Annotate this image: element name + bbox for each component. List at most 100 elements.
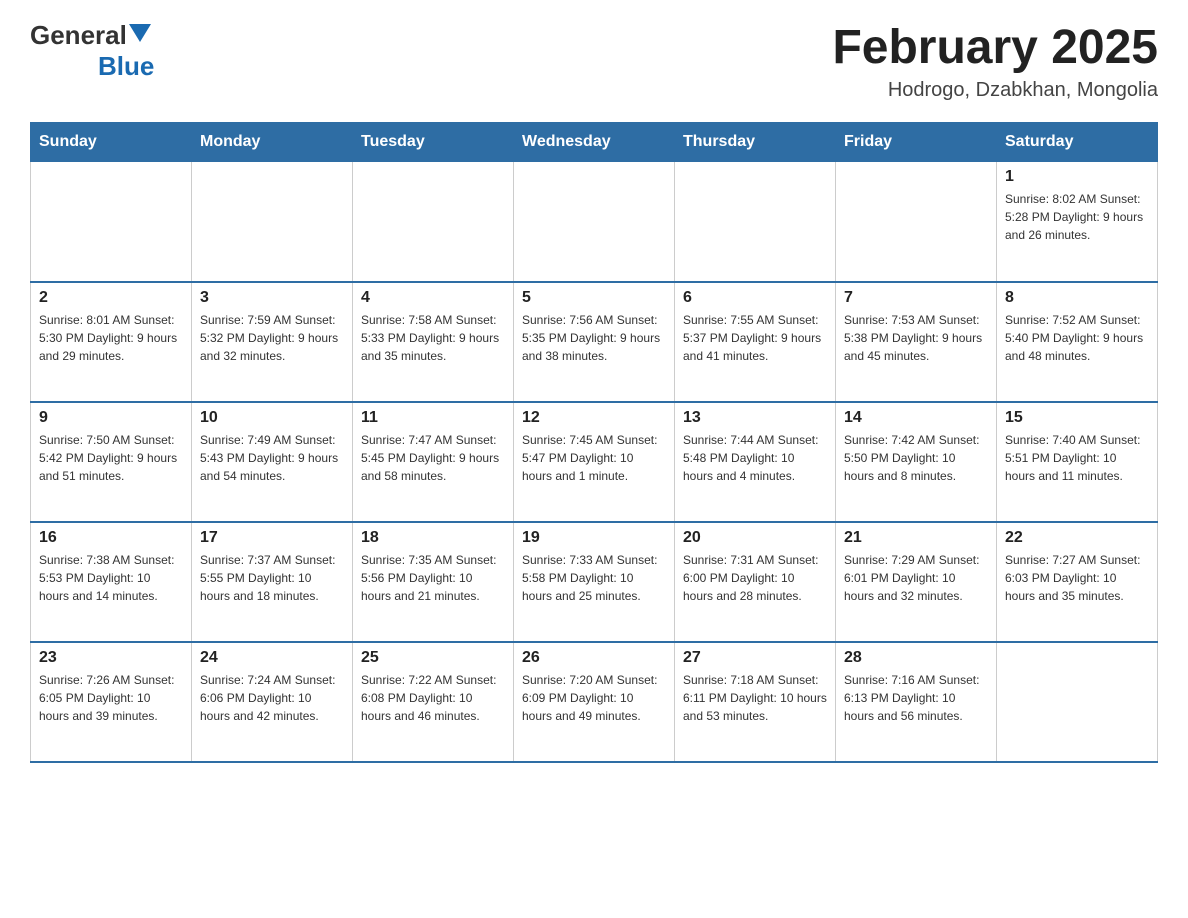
day-info: Sunrise: 7:52 AM Sunset: 5:40 PM Dayligh… [1005, 311, 1149, 365]
month-title: February 2025 [832, 20, 1158, 75]
day-info: Sunrise: 8:02 AM Sunset: 5:28 PM Dayligh… [1005, 190, 1149, 244]
day-info: Sunrise: 7:20 AM Sunset: 6:09 PM Dayligh… [522, 671, 666, 725]
calendar-cell: 19 Sunrise: 7:33 AM Sunset: 5:58 PM Dayli… [514, 522, 675, 642]
day-info: Sunrise: 7:58 AM Sunset: 5:33 PM Dayligh… [361, 311, 505, 365]
day-info: Sunrise: 7:45 AM Sunset: 5:47 PM Dayligh… [522, 431, 666, 485]
day-number: 18 [361, 529, 505, 547]
calendar-cell: 9 Sunrise: 7:50 AM Sunset: 5:42 PM Daylig… [31, 402, 192, 522]
logo-triangle-icon [129, 24, 151, 42]
calendar-cell [997, 642, 1158, 762]
calendar-cell: 28Sunrise: 7:16 AM Sunset: 6:13 PM Dayli… [836, 642, 997, 762]
calendar-cell [31, 162, 192, 282]
calendar-cell: 11Sunrise: 7:47 AM Sunset: 5:45 PM Dayli… [353, 402, 514, 522]
day-number: 15 [1005, 409, 1149, 427]
calendar-cell: 25Sunrise: 7:22 AM Sunset: 6:08 PM Dayli… [353, 642, 514, 762]
day-info: Sunrise: 7:37 AM Sunset: 5:55 PM Dayligh… [200, 551, 344, 605]
day-info: Sunrise: 7:59 AM Sunset: 5:32 PM Dayligh… [200, 311, 344, 365]
calendar-cell: 17 Sunrise: 7:37 AM Sunset: 5:55 PM Dayli… [192, 522, 353, 642]
day-info: Sunrise: 7:29 AM Sunset: 6:01 PM Dayligh… [844, 551, 988, 605]
day-number: 26 [522, 649, 666, 667]
calendar-cell [192, 162, 353, 282]
calendar-cell [675, 162, 836, 282]
day-info: Sunrise: 7:35 AM Sunset: 5:56 PM Dayligh… [361, 551, 505, 605]
calendar-cell: 1 Sunrise: 8:02 AM Sunset: 5:28 PM Daylig… [997, 162, 1158, 282]
day-number: 1 [1005, 168, 1149, 186]
location: Hodrogo, Dzabkhan, Mongolia [832, 79, 1158, 102]
day-number: 7 [844, 289, 988, 307]
weekday-header-saturday: Saturday [997, 123, 1158, 162]
calendar-cell: 2 Sunrise: 8:01 AM Sunset: 5:30 PM Daylig… [31, 282, 192, 402]
logo-blue: Blue [98, 51, 154, 82]
calendar-cell: 24Sunrise: 7:24 AM Sunset: 6:06 PM Dayli… [192, 642, 353, 762]
calendar-cell: 18 Sunrise: 7:35 AM Sunset: 5:56 PM Dayli… [353, 522, 514, 642]
calendar-cell: 16 Sunrise: 7:38 AM Sunset: 5:53 PM Dayli… [31, 522, 192, 642]
calendar-cell: 21 Sunrise: 7:29 AM Sunset: 6:01 PM Dayli… [836, 522, 997, 642]
calendar-cell: 26 Sunrise: 7:20 AM Sunset: 6:09 PM Dayli… [514, 642, 675, 762]
calendar-cell: 3Sunrise: 7:59 AM Sunset: 5:32 PM Daylig… [192, 282, 353, 402]
calendar-cell: 12 Sunrise: 7:45 AM Sunset: 5:47 PM Dayli… [514, 402, 675, 522]
day-info: Sunrise: 7:55 AM Sunset: 5:37 PM Dayligh… [683, 311, 827, 365]
day-number: 4 [361, 289, 505, 307]
day-info: Sunrise: 7:44 AM Sunset: 5:48 PM Dayligh… [683, 431, 827, 485]
day-info: Sunrise: 7:40 AM Sunset: 5:51 PM Dayligh… [1005, 431, 1149, 485]
title-section: February 2025 Hodrogo, Dzabkhan, Mongoli… [832, 20, 1158, 102]
day-number: 10 [200, 409, 344, 427]
weekday-header-monday: Monday [192, 123, 353, 162]
calendar-cell: 6 Sunrise: 7:55 AM Sunset: 5:37 PM Daylig… [675, 282, 836, 402]
weekday-header-friday: Friday [836, 123, 997, 162]
day-info: Sunrise: 7:22 AM Sunset: 6:08 PM Dayligh… [361, 671, 505, 725]
day-number: 23 [39, 649, 183, 667]
day-number: 27 [683, 649, 827, 667]
day-number: 12 [522, 409, 666, 427]
calendar-cell [353, 162, 514, 282]
calendar-week-row: 1 Sunrise: 8:02 AM Sunset: 5:28 PM Daylig… [31, 162, 1158, 282]
day-number: 8 [1005, 289, 1149, 307]
page-header: General Blue February 2025 Hodrogo, Dzab… [30, 20, 1158, 102]
calendar-table: SundayMondayTuesdayWednesdayThursdayFrid… [30, 122, 1158, 763]
day-number: 13 [683, 409, 827, 427]
calendar-cell: 23 Sunrise: 7:26 AM Sunset: 6:05 PM Dayli… [31, 642, 192, 762]
weekday-header-tuesday: Tuesday [353, 123, 514, 162]
day-number: 9 [39, 409, 183, 427]
calendar-cell [836, 162, 997, 282]
day-number: 22 [1005, 529, 1149, 547]
calendar-week-row: 9 Sunrise: 7:50 AM Sunset: 5:42 PM Daylig… [31, 402, 1158, 522]
day-info: Sunrise: 7:53 AM Sunset: 5:38 PM Dayligh… [844, 311, 988, 365]
day-info: Sunrise: 7:38 AM Sunset: 5:53 PM Dayligh… [39, 551, 183, 605]
day-number: 2 [39, 289, 183, 307]
day-info: Sunrise: 7:50 AM Sunset: 5:42 PM Dayligh… [39, 431, 183, 485]
calendar-cell: 5 Sunrise: 7:56 AM Sunset: 5:35 PM Daylig… [514, 282, 675, 402]
weekday-header-thursday: Thursday [675, 123, 836, 162]
calendar-cell: 7 Sunrise: 7:53 AM Sunset: 5:38 PM Daylig… [836, 282, 997, 402]
day-info: Sunrise: 7:26 AM Sunset: 6:05 PM Dayligh… [39, 671, 183, 725]
weekday-header-row: SundayMondayTuesdayWednesdayThursdayFrid… [31, 123, 1158, 162]
day-number: 6 [683, 289, 827, 307]
calendar-cell: 27 Sunrise: 7:18 AM Sunset: 6:11 PM Dayli… [675, 642, 836, 762]
day-number: 14 [844, 409, 988, 427]
calendar-week-row: 2 Sunrise: 8:01 AM Sunset: 5:30 PM Daylig… [31, 282, 1158, 402]
day-number: 16 [39, 529, 183, 547]
day-info: Sunrise: 7:24 AM Sunset: 6:06 PM Dayligh… [200, 671, 344, 725]
calendar-cell: 22 Sunrise: 7:27 AM Sunset: 6:03 PM Dayli… [997, 522, 1158, 642]
day-info: Sunrise: 8:01 AM Sunset: 5:30 PM Dayligh… [39, 311, 183, 365]
calendar-cell: 15 Sunrise: 7:40 AM Sunset: 5:51 PM Dayli… [997, 402, 1158, 522]
day-number: 17 [200, 529, 344, 547]
day-number: 28 [844, 649, 988, 667]
day-info: Sunrise: 7:18 AM Sunset: 6:11 PM Dayligh… [683, 671, 827, 725]
day-info: Sunrise: 7:56 AM Sunset: 5:35 PM Dayligh… [522, 311, 666, 365]
day-info: Sunrise: 7:27 AM Sunset: 6:03 PM Dayligh… [1005, 551, 1149, 605]
day-number: 20 [683, 529, 827, 547]
day-info: Sunrise: 7:49 AM Sunset: 5:43 PM Dayligh… [200, 431, 344, 485]
day-number: 21 [844, 529, 988, 547]
calendar-cell [514, 162, 675, 282]
calendar-cell: 20Sunrise: 7:31 AM Sunset: 6:00 PM Dayli… [675, 522, 836, 642]
day-number: 19 [522, 529, 666, 547]
day-number: 11 [361, 409, 505, 427]
weekday-header-sunday: Sunday [31, 123, 192, 162]
weekday-header-wednesday: Wednesday [514, 123, 675, 162]
logo: General Blue [30, 20, 154, 82]
calendar-cell: 8 Sunrise: 7:52 AM Sunset: 5:40 PM Daylig… [997, 282, 1158, 402]
day-number: 5 [522, 289, 666, 307]
calendar-cell: 10 Sunrise: 7:49 AM Sunset: 5:43 PM Dayli… [192, 402, 353, 522]
day-info: Sunrise: 7:33 AM Sunset: 5:58 PM Dayligh… [522, 551, 666, 605]
